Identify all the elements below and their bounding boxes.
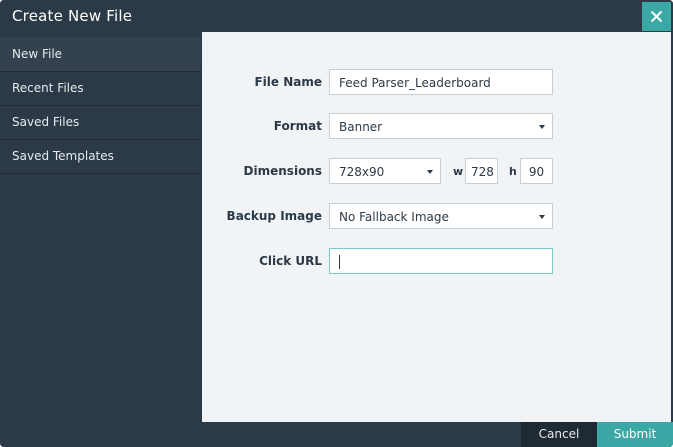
format-select[interactable]: Banner [329,113,553,139]
click-url-row: Click URL [202,248,671,276]
height-label: h [509,165,517,178]
sidebar-item-label: Saved Templates [12,149,114,163]
click-url-label: Click URL [259,254,322,268]
sidebar-item-label: Recent Files [12,81,84,95]
sidebar-item-label: New File [12,47,63,61]
close-icon [650,10,663,23]
text-cursor [339,255,340,269]
sidebar-item-new-file[interactable]: New File [0,38,201,72]
height-value: 90 [528,165,545,179]
chevron-down-icon [539,125,545,129]
width-label: w [453,165,464,178]
dimensions-select[interactable]: 728x90 [329,158,441,184]
dialog-footer: Cancel Submit [0,422,673,447]
file-name-value: Feed Parser_Leaderboard [339,76,491,90]
width-value: 728 [471,165,494,179]
chevron-down-icon [427,170,433,174]
sidebar-item-recent-files[interactable]: Recent Files [0,72,201,106]
backup-image-row: Backup Image No Fallback Image [202,203,671,231]
height-input[interactable]: 90 [520,158,553,184]
sidebar-item-saved-files[interactable]: Saved Files [0,106,201,140]
width-input[interactable]: 728 [465,158,498,184]
format-value: Banner [339,120,383,134]
file-name-row: File Name Feed Parser_Leaderboard [202,69,671,97]
sidebar: New File Recent Files Saved Files Saved … [0,38,201,422]
dialog-titlebar: Create New File [0,0,673,32]
backup-image-value: No Fallback Image [339,210,449,224]
chevron-down-icon [539,215,545,219]
submit-button[interactable]: Submit [597,422,673,447]
create-new-file-dialog: Create New File New File Recent Files Sa… [0,0,673,447]
backup-image-label: Backup Image [226,209,322,223]
file-name-label: File Name [254,75,322,89]
click-url-input[interactable] [329,248,553,274]
dimensions-row: Dimensions 728x90 w 728 h 90 [202,158,671,186]
dimensions-value: 728x90 [339,165,385,179]
form-panel: File Name Feed Parser_Leaderboard Format… [202,32,671,422]
format-label: Format [273,119,322,133]
format-row: Format Banner [202,113,671,141]
sidebar-item-label: Saved Files [12,115,80,129]
dialog-title: Create New File [12,7,133,25]
backup-image-select[interactable]: No Fallback Image [329,203,553,229]
file-name-input[interactable]: Feed Parser_Leaderboard [329,69,553,95]
cancel-button[interactable]: Cancel [521,422,597,447]
close-button[interactable] [642,2,671,31]
sidebar-item-saved-templates[interactable]: Saved Templates [0,140,201,174]
dimensions-label: Dimensions [243,164,322,178]
